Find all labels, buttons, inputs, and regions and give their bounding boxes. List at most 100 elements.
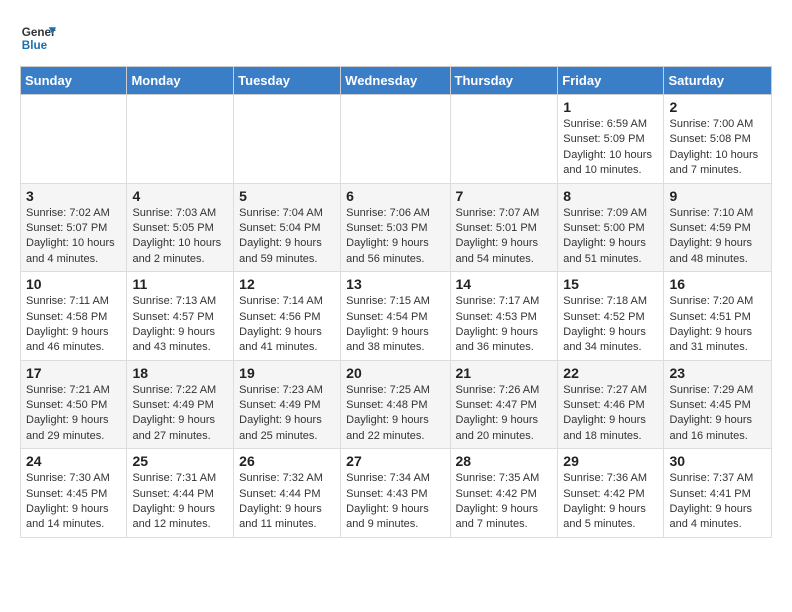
day-info: Sunrise: 7:13 AM Sunset: 4:57 PM Dayligh… xyxy=(132,294,228,356)
day-number: 27 xyxy=(346,453,444,469)
day-info: Sunrise: 7:15 AM Sunset: 4:54 PM Dayligh… xyxy=(346,294,444,356)
day-number: 11 xyxy=(132,276,228,292)
calendar-cell xyxy=(234,95,341,184)
day-header-thursday: Thursday xyxy=(450,67,558,95)
calendar-cell: 29Sunrise: 7:36 AM Sunset: 4:42 PM Dayli… xyxy=(558,449,664,538)
day-info: Sunrise: 7:09 AM Sunset: 5:00 PM Dayligh… xyxy=(563,206,658,268)
day-info: Sunrise: 7:02 AM Sunset: 5:07 PM Dayligh… xyxy=(26,206,121,268)
day-info: Sunrise: 7:27 AM Sunset: 4:46 PM Dayligh… xyxy=(563,383,658,445)
calendar-cell: 22 Sunrise: 7:27 AM Sunset: 4:46 PM Dayli… xyxy=(558,360,664,449)
day-header-sunday: Sunday xyxy=(21,67,127,95)
day-info: Sunrise: 7:00 AM Sunset: 5:08 PM Dayligh… xyxy=(669,117,766,179)
day-number: 18 xyxy=(132,365,228,381)
calendar-cell xyxy=(341,95,450,184)
day-info: Sunrise: 7:34 AM Sunset: 4:43 PM Dayligh… xyxy=(346,471,444,533)
calendar-cell: 2 Sunrise: 7:00 AM Sunset: 5:08 PM Daylig… xyxy=(664,95,772,184)
day-info: Sunrise: 7:06 AM Sunset: 5:03 PM Dayligh… xyxy=(346,206,444,268)
day-info: Sunrise: 7:04 AM Sunset: 5:04 PM Dayligh… xyxy=(239,206,335,268)
day-info: Sunrise: 7:03 AM Sunset: 5:05 PM Dayligh… xyxy=(132,206,228,268)
calendar-cell: 24 Sunrise: 7:30 AM Sunset: 4:45 PM Dayli… xyxy=(21,449,127,538)
day-number: 1 xyxy=(563,99,658,115)
calendar-cell: 21Sunrise: 7:26 AM Sunset: 4:47 PM Dayli… xyxy=(450,360,558,449)
calendar-cell: 9Sunrise: 7:10 AM Sunset: 4:59 PM Daylig… xyxy=(664,183,772,272)
day-info: Sunrise: 7:32 AM Sunset: 4:44 PM Dayligh… xyxy=(239,471,335,533)
calendar-cell xyxy=(127,95,234,184)
calendar-cell: 4 Sunrise: 7:03 AM Sunset: 5:05 PM Daylig… xyxy=(127,183,234,272)
calendar-cell xyxy=(450,95,558,184)
day-info: Sunrise: 7:29 AM Sunset: 4:45 PM Dayligh… xyxy=(669,383,766,445)
day-number: 2 xyxy=(669,99,766,115)
day-header-tuesday: Tuesday xyxy=(234,67,341,95)
calendar-cell: 19 Sunrise: 7:23 AM Sunset: 4:49 PM Dayli… xyxy=(234,360,341,449)
calendar-cell: 16 Sunrise: 7:20 AM Sunset: 4:51 PM Dayli… xyxy=(664,272,772,361)
calendar-cell: 28 Sunrise: 7:35 AM Sunset: 4:42 PM Dayli… xyxy=(450,449,558,538)
day-number: 13 xyxy=(346,276,444,292)
day-info: Sunrise: 7:35 AM Sunset: 4:42 PM Dayligh… xyxy=(456,471,553,533)
calendar-cell xyxy=(21,95,127,184)
day-number: 28 xyxy=(456,453,553,469)
day-number: 4 xyxy=(132,188,228,204)
day-info: Sunrise: 7:30 AM Sunset: 4:45 PM Dayligh… xyxy=(26,471,121,533)
calendar-cell: 20 Sunrise: 7:25 AM Sunset: 4:48 PM Dayli… xyxy=(341,360,450,449)
day-number: 15 xyxy=(563,276,658,292)
calendar-cell: 5 Sunrise: 7:04 AM Sunset: 5:04 PM Daylig… xyxy=(234,183,341,272)
day-info: Sunrise: 7:17 AM Sunset: 4:53 PM Dayligh… xyxy=(456,294,553,356)
day-number: 7 xyxy=(456,188,553,204)
day-number: 24 xyxy=(26,453,121,469)
calendar-cell: 23 Sunrise: 7:29 AM Sunset: 4:45 PM Dayli… xyxy=(664,360,772,449)
calendar-cell: 6Sunrise: 7:06 AM Sunset: 5:03 PM Daylig… xyxy=(341,183,450,272)
day-info: Sunrise: 7:11 AM Sunset: 4:58 PM Dayligh… xyxy=(26,294,121,356)
calendar-cell: 7 Sunrise: 7:07 AM Sunset: 5:01 PM Daylig… xyxy=(450,183,558,272)
day-number: 21 xyxy=(456,365,553,381)
day-number: 12 xyxy=(239,276,335,292)
day-info: Sunrise: 7:25 AM Sunset: 4:48 PM Dayligh… xyxy=(346,383,444,445)
day-number: 9 xyxy=(669,188,766,204)
calendar-cell: 14 Sunrise: 7:17 AM Sunset: 4:53 PM Dayli… xyxy=(450,272,558,361)
day-number: 25 xyxy=(132,453,228,469)
calendar-cell: 12 Sunrise: 7:14 AM Sunset: 4:56 PM Dayli… xyxy=(234,272,341,361)
calendar-table: SundayMondayTuesdayWednesdayThursdayFrid… xyxy=(20,66,772,538)
day-info: Sunrise: 7:07 AM Sunset: 5:01 PM Dayligh… xyxy=(456,206,553,268)
day-number: 5 xyxy=(239,188,335,204)
day-number: 17 xyxy=(26,365,121,381)
calendar-week-5: 24 Sunrise: 7:30 AM Sunset: 4:45 PM Dayli… xyxy=(21,449,772,538)
calendar-week-2: 3 Sunrise: 7:02 AM Sunset: 5:07 PM Daylig… xyxy=(21,183,772,272)
day-number: 23 xyxy=(669,365,766,381)
calendar-cell: 10Sunrise: 7:11 AM Sunset: 4:58 PM Dayli… xyxy=(21,272,127,361)
calendar-cell: 8Sunrise: 7:09 AM Sunset: 5:00 PM Daylig… xyxy=(558,183,664,272)
day-number: 14 xyxy=(456,276,553,292)
day-header-saturday: Saturday xyxy=(664,67,772,95)
calendar-week-4: 17 Sunrise: 7:21 AM Sunset: 4:50 PM Dayli… xyxy=(21,360,772,449)
calendar-cell: 25Sunrise: 7:31 AM Sunset: 4:44 PM Dayli… xyxy=(127,449,234,538)
day-info: Sunrise: 7:36 AM Sunset: 4:42 PM Dayligh… xyxy=(563,471,658,533)
calendar-cell: 27 Sunrise: 7:34 AM Sunset: 4:43 PM Dayli… xyxy=(341,449,450,538)
logo-icon: General Blue xyxy=(20,20,56,56)
day-info: Sunrise: 7:21 AM Sunset: 4:50 PM Dayligh… xyxy=(26,383,121,445)
logo: General Blue xyxy=(20,20,56,56)
calendar-cell: 26 Sunrise: 7:32 AM Sunset: 4:44 PM Dayli… xyxy=(234,449,341,538)
page-header: General Blue xyxy=(20,20,772,56)
calendar-cell: 11 Sunrise: 7:13 AM Sunset: 4:57 PM Dayli… xyxy=(127,272,234,361)
calendar-cell: 17 Sunrise: 7:21 AM Sunset: 4:50 PM Dayli… xyxy=(21,360,127,449)
day-info: Sunrise: 7:23 AM Sunset: 4:49 PM Dayligh… xyxy=(239,383,335,445)
calendar-week-3: 10Sunrise: 7:11 AM Sunset: 4:58 PM Dayli… xyxy=(21,272,772,361)
calendar-cell: 30Sunrise: 7:37 AM Sunset: 4:41 PM Dayli… xyxy=(664,449,772,538)
day-info: Sunrise: 7:37 AM Sunset: 4:41 PM Dayligh… xyxy=(669,471,766,533)
calendar-cell: 18 Sunrise: 7:22 AM Sunset: 4:49 PM Dayli… xyxy=(127,360,234,449)
day-header-wednesday: Wednesday xyxy=(341,67,450,95)
day-number: 3 xyxy=(26,188,121,204)
day-info: Sunrise: 7:20 AM Sunset: 4:51 PM Dayligh… xyxy=(669,294,766,356)
day-info: Sunrise: 7:14 AM Sunset: 4:56 PM Dayligh… xyxy=(239,294,335,356)
calendar-header-row: SundayMondayTuesdayWednesdayThursdayFrid… xyxy=(21,67,772,95)
day-number: 26 xyxy=(239,453,335,469)
day-number: 16 xyxy=(669,276,766,292)
day-number: 22 xyxy=(563,365,658,381)
day-info: Sunrise: 7:22 AM Sunset: 4:49 PM Dayligh… xyxy=(132,383,228,445)
day-info: Sunrise: 7:18 AM Sunset: 4:52 PM Dayligh… xyxy=(563,294,658,356)
svg-text:Blue: Blue xyxy=(22,39,48,52)
day-header-friday: Friday xyxy=(558,67,664,95)
day-number: 20 xyxy=(346,365,444,381)
day-number: 19 xyxy=(239,365,335,381)
calendar-cell: 15 Sunrise: 7:18 AM Sunset: 4:52 PM Dayli… xyxy=(558,272,664,361)
day-header-monday: Monday xyxy=(127,67,234,95)
